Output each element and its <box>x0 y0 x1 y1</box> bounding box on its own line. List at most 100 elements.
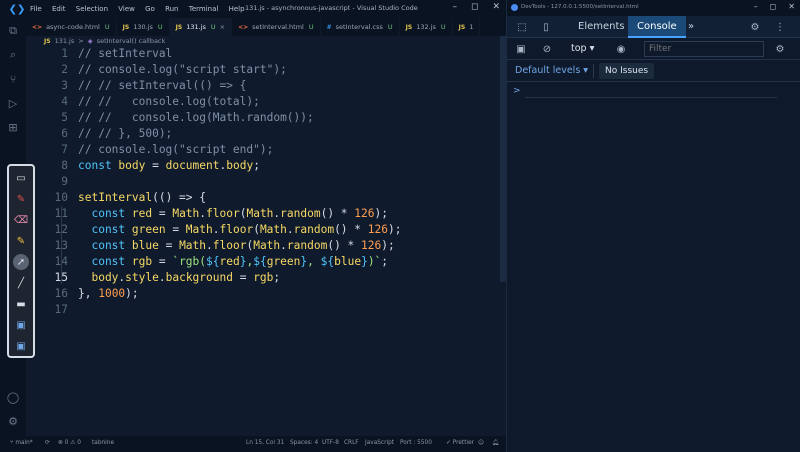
code-line[interactable]: 3 // // setInterval(() => { <box>26 78 500 94</box>
sidebar-toggle-icon[interactable]: ▣ <box>514 42 528 56</box>
live-expression-eye-icon[interactable]: ◉ <box>614 42 628 56</box>
cursor-position[interactable]: Ln 15, Col 31 <box>246 440 284 446</box>
breadcrumb-file[interactable]: 131.js <box>55 37 75 45</box>
code-line[interactable]: 7 // console.log("script end"); <box>26 142 500 158</box>
tab-elements[interactable]: Elements <box>578 16 625 38</box>
menu-help[interactable]: Help <box>229 5 245 13</box>
tab-label: 130.js <box>133 23 153 31</box>
code-line[interactable]: 14 const rgb = `rgb(${red},${green}, ${b… <box>26 254 500 270</box>
problems-status[interactable]: ⊗ 0 ⚠ 0 <box>58 440 81 446</box>
inspect-element-icon[interactable]: ⬚ <box>515 20 529 34</box>
tab-label: setInterval.css <box>335 23 383 31</box>
tab-131-js[interactable]: JS 131.js U × <box>169 18 233 36</box>
code-token: = <box>152 255 173 268</box>
eol-status[interactable]: CRLF <box>344 440 359 446</box>
line-number: 13 <box>34 238 68 254</box>
context-selector[interactable]: top ▾ <box>571 43 594 54</box>
code-line[interactable]: 13 const blue = Math.floor(Math.random()… <box>26 238 500 254</box>
source-control-icon[interactable]: ⑂ <box>6 72 20 86</box>
menu-view[interactable]: View <box>118 5 135 13</box>
code-line[interactable]: 10 setInterval(() => { <box>26 190 500 206</box>
prettier-status[interactable]: ✓ Prettier <box>446 440 474 446</box>
more-tabs-button[interactable]: » <box>688 16 694 38</box>
branch-name: main* <box>15 440 33 446</box>
js-file-icon: JS <box>405 23 413 31</box>
console-filter-input[interactable] <box>644 41 764 57</box>
code-line[interactable]: 1 // setInterval <box>26 46 500 62</box>
tab-async-code-html[interactable]: <> async-code.html U <box>26 18 117 36</box>
device-toolbar-icon[interactable]: ▯ <box>539 20 553 34</box>
log-levels-dropdown[interactable]: Default levels ▾ <box>515 65 588 76</box>
line-tool-icon[interactable]: ╱ <box>13 275 29 291</box>
menu-go[interactable]: Go <box>145 5 155 13</box>
encoding-status[interactable]: UTF-8 <box>322 440 339 446</box>
minimize-button[interactable]: – <box>452 2 457 12</box>
code-text: const green = Math.floor(Math.random() *… <box>78 222 401 238</box>
screen-icon[interactable]: ▣ <box>13 317 29 333</box>
indentation-status[interactable]: Spaces: 4 <box>290 440 318 446</box>
settings-gear-icon[interactable]: ⚙ <box>748 20 762 34</box>
code-token: random <box>280 207 321 220</box>
branch-status[interactable]: ⑂ main* <box>10 440 33 446</box>
clear-console-icon[interactable]: ⊘ <box>540 42 554 56</box>
menu-run[interactable]: Run <box>165 5 178 13</box>
code-line[interactable]: 4 // // console.log(total); <box>26 94 500 110</box>
extensions-icon[interactable]: ⊞ <box>6 120 20 134</box>
more-options-icon[interactable]: ⋮ <box>773 20 787 34</box>
console-settings-gear-icon[interactable]: ⚙ <box>773 42 787 56</box>
whiteboard-icon[interactable]: ▭ <box>13 170 29 186</box>
language-mode[interactable]: JavaScript <box>365 440 394 446</box>
notifications-bell-icon[interactable]: 🔔︎ <box>492 440 499 446</box>
sync-icon[interactable]: ⟳ <box>45 440 50 446</box>
code-line[interactable]: 11 const red = Math.floor(Math.random() … <box>26 206 500 222</box>
menu-terminal[interactable]: Terminal <box>189 5 219 13</box>
tab-console[interactable]: Console <box>628 16 686 38</box>
tab-overflow[interactable]: JS 1 <box>453 18 481 36</box>
settings-gear-icon[interactable]: ⚙ <box>6 414 20 428</box>
code-line[interactable]: 17 <box>26 302 500 318</box>
devtools-maximize-button[interactable]: ◻ <box>770 2 777 11</box>
pointer-icon[interactable]: ➚ <box>13 254 29 270</box>
account-icon[interactable]: ◯ <box>6 390 20 404</box>
eraser-icon[interactable]: ⌫ <box>13 212 29 228</box>
devtools-close-button[interactable]: ✕ <box>788 2 795 11</box>
code-line[interactable]: 9 <box>26 174 500 190</box>
run-debug-icon[interactable]: ▷ <box>6 96 20 110</box>
tab-setinterval-html[interactable]: <> setInterval.html U <box>232 18 321 36</box>
console-input[interactable] <box>525 97 777 98</box>
code-token: // console.log("script start"); <box>78 63 287 76</box>
menu-file[interactable]: File <box>30 5 42 13</box>
code-line[interactable]: 8 const body = document.body; <box>26 158 500 174</box>
breadcrumb-symbol[interactable]: setInterval() callback <box>97 37 166 45</box>
feedback-icon[interactable]: ☺ <box>478 440 484 446</box>
close-tab-icon[interactable]: × <box>220 23 225 31</box>
code-token: rgb <box>131 255 153 268</box>
live-server-port[interactable]: Port : 5500 <box>400 440 432 446</box>
pen-icon[interactable]: ✎ <box>13 191 29 207</box>
highlighter-icon[interactable]: ✎ <box>13 233 29 249</box>
capture-icon[interactable]: ▣ <box>13 338 29 354</box>
maximize-button[interactable]: ◻ <box>471 2 478 12</box>
tab-setinterval-css[interactable]: # setInterval.css U <box>321 18 400 36</box>
code-line[interactable]: 15 body.style.background = rgb; <box>26 270 500 286</box>
explorer-icon[interactable]: ⧉ <box>6 24 20 38</box>
issues-badge[interactable]: No Issues <box>599 63 655 79</box>
close-button[interactable]: ✕ <box>492 2 500 12</box>
code-line[interactable]: 12 const green = Math.floor(Math.random(… <box>26 222 500 238</box>
tab-label: async-code.html <box>46 23 100 31</box>
tab-132-js[interactable]: JS 132.js U <box>400 18 453 36</box>
code-line[interactable]: 16}, 1000); <box>26 286 500 302</box>
search-icon[interactable]: ⌕ <box>6 48 20 62</box>
code-line[interactable]: 5 // // console.log(Math.random()); <box>26 110 500 126</box>
code-line[interactable]: 6 // // }, 500); <box>26 126 500 142</box>
rectangle-tool-icon[interactable]: ▬ <box>13 296 29 312</box>
code-text: const rgb = `rgb(${red},${green}, ${blue… <box>78 254 388 270</box>
menu-edit[interactable]: Edit <box>52 5 66 13</box>
menu-selection[interactable]: Selection <box>76 5 108 13</box>
tabnine-status[interactable]: tabnine <box>92 440 114 446</box>
tab-130-js[interactable]: JS 130.js U <box>117 18 170 36</box>
code-text: const body = document.body; <box>78 158 260 174</box>
code-line[interactable]: 2 // console.log("script start"); <box>26 62 500 78</box>
devtools-minimize-button[interactable]: – <box>754 2 758 11</box>
code-editor[interactable]: 1 // setInterval 2 // console.log("script s… <box>26 46 500 436</box>
